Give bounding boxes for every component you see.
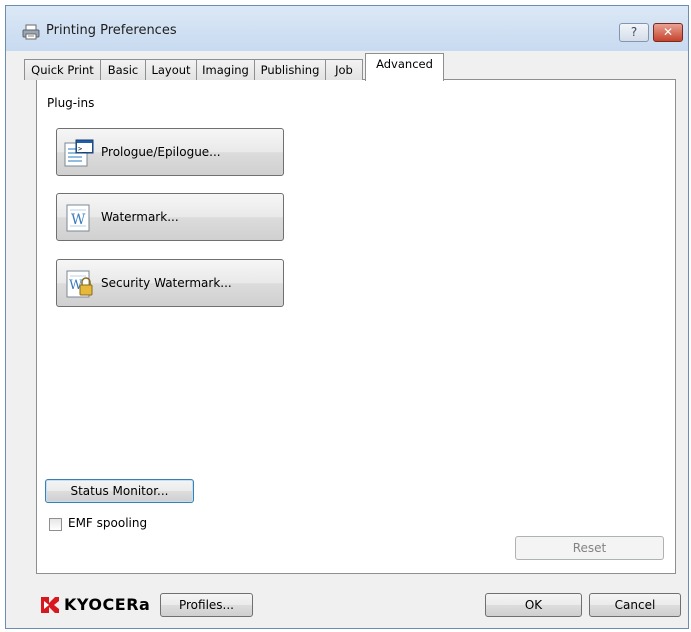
security-watermark-label: Security Watermark... (101, 276, 232, 290)
prologue-epilogue-button[interactable]: >_ Prologue/Epilogue... (56, 128, 284, 176)
security-watermark-button[interactable]: W Security Watermark... (56, 259, 284, 307)
watermark-button[interactable]: W Watermark... (56, 193, 284, 241)
window-title: Printing Preferences (46, 23, 177, 38)
printer-icon (22, 24, 40, 40)
kyocera-logo-mark-icon (41, 597, 59, 613)
profiles-button[interactable]: Profiles... (160, 593, 253, 617)
svg-text:W: W (71, 212, 86, 228)
cancel-button[interactable]: Cancel (589, 593, 681, 617)
tab-basic[interactable]: Basic (100, 59, 146, 80)
ok-button[interactable]: OK (485, 593, 582, 617)
close-button[interactable]: ✕ (653, 23, 683, 42)
svg-text:>_: >_ (78, 145, 87, 153)
emf-spooling-checkbox[interactable] (49, 518, 62, 531)
tab-advanced[interactable]: Advanced (365, 53, 444, 81)
kyocera-logo: KYOCERa (40, 594, 152, 616)
watermark-label: Watermark... (101, 210, 179, 224)
tab-quick-print[interactable]: Quick Print (24, 59, 101, 80)
title-bar[interactable]: Printing Preferences ? ✕ (6, 6, 688, 51)
prologue-epilogue-icon: >_ (64, 139, 94, 167)
plug-ins-label: Plug-ins (47, 96, 95, 110)
status-monitor-button[interactable]: Status Monitor... (45, 479, 194, 503)
prologue-epilogue-label: Prologue/Epilogue... (101, 145, 221, 159)
tab-layout[interactable]: Layout (145, 59, 197, 80)
tab-publishing[interactable]: Publishing (254, 59, 326, 80)
security-watermark-icon: W (66, 270, 93, 298)
help-button[interactable]: ? (619, 23, 649, 42)
watermark-icon: W (66, 204, 90, 232)
tab-job[interactable]: Job (325, 59, 363, 80)
tab-imaging[interactable]: Imaging (196, 59, 255, 80)
emf-spooling-label[interactable]: EMF spooling (68, 516, 147, 530)
kyocera-logo-text: KYOCERa (64, 595, 151, 614)
reset-button[interactable]: Reset (515, 536, 664, 560)
